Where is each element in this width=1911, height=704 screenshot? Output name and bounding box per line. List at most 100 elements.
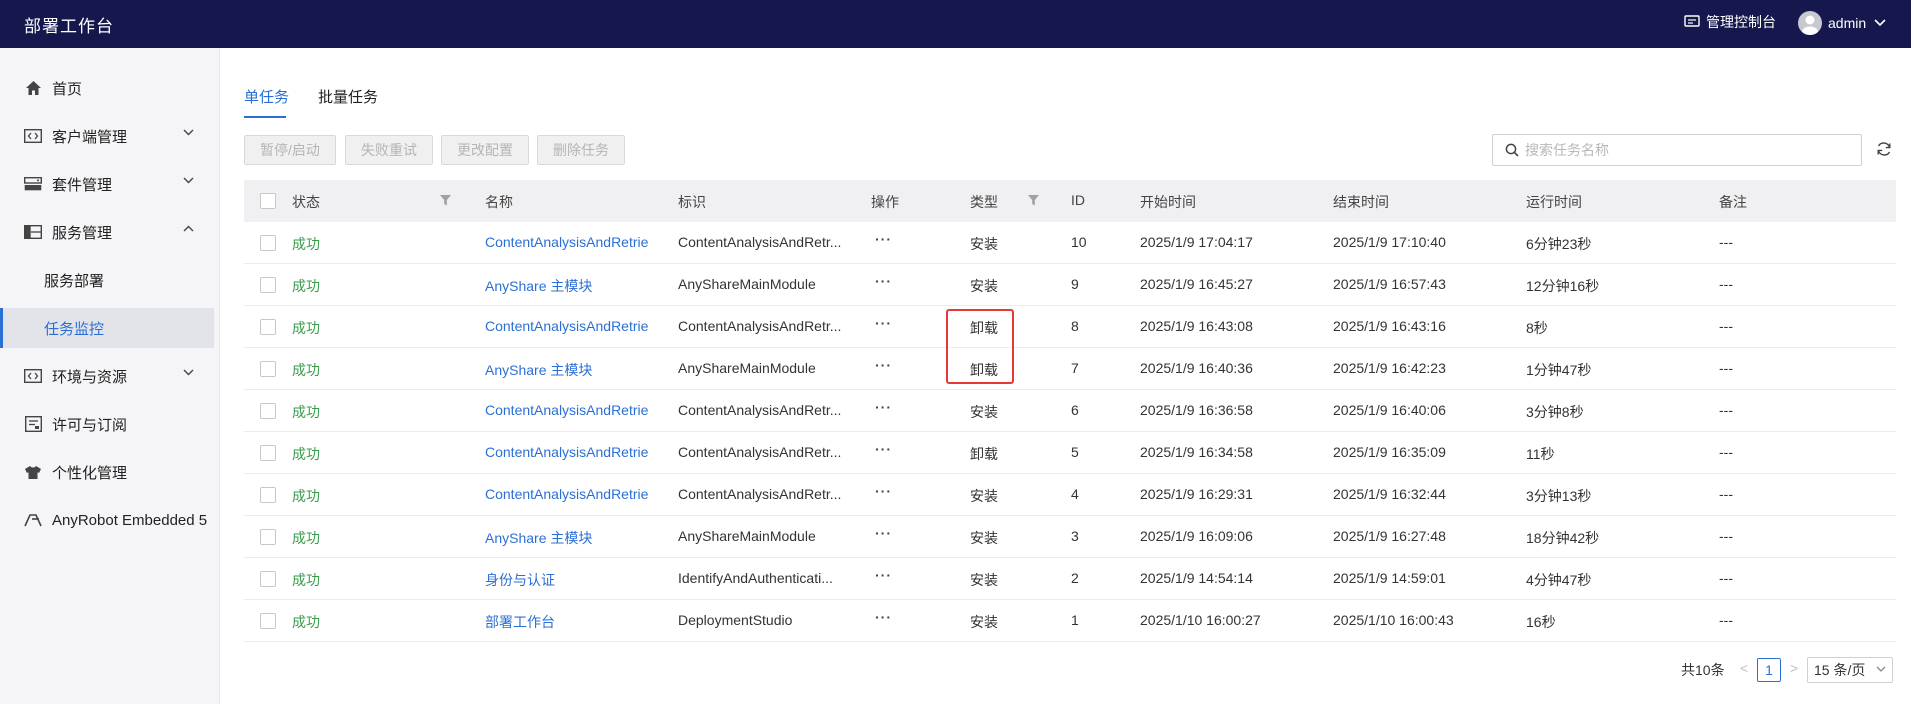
change-config-button[interactable]: 更改配置 <box>441 135 529 165</box>
more-actions-button[interactable]: ··· <box>875 567 892 583</box>
task-name-link[interactable]: 身份与认证 <box>485 570 671 590</box>
filter-icon[interactable] <box>1028 195 1039 206</box>
select-all-checkbox[interactable] <box>260 193 276 209</box>
sidebar-item-service-deploy[interactable]: 服务部署 <box>0 260 214 300</box>
row-checkbox[interactable] <box>260 529 276 545</box>
more-actions-button[interactable]: ··· <box>875 399 892 415</box>
more-actions-button[interactable]: ··· <box>875 525 892 541</box>
task-type: 安装 <box>970 236 998 252</box>
row-checkbox[interactable] <box>260 277 276 293</box>
code-icon <box>24 367 42 385</box>
task-id: 10 <box>1071 234 1087 250</box>
row-checkbox[interactable] <box>260 445 276 461</box>
task-name-link[interactable]: 部署工作台 <box>485 612 671 632</box>
license-icon <box>24 415 42 433</box>
sidebar: 首页 客户端管理 套件管理 服务管理 服务部署 任务监控 环境与资源 许可与订阅… <box>0 48 220 704</box>
row-checkbox[interactable] <box>260 235 276 251</box>
task-tag: ContentAnalysisAndRetr... <box>678 486 842 502</box>
sidebar-item-label: 个性化管理 <box>52 464 128 482</box>
task-id: 2 <box>1071 570 1079 586</box>
sidebar-item-suite[interactable]: 套件管理 <box>0 163 214 205</box>
status-text: 成功 <box>292 488 320 504</box>
task-name-link[interactable]: AnyShare 主模块 <box>485 276 671 296</box>
task-type: 卸载 <box>970 446 998 462</box>
column-operation: 操作 <box>871 194 899 210</box>
delete-task-button[interactable]: 删除任务 <box>537 135 625 165</box>
pagination-next-button[interactable]: > <box>1790 660 1798 676</box>
pagination-prev-button[interactable]: < <box>1740 660 1748 676</box>
avatar <box>1798 11 1822 35</box>
filter-icon[interactable] <box>440 195 451 206</box>
sidebar-item-env[interactable]: 环境与资源 <box>0 355 214 397</box>
task-name-link[interactable]: ContentAnalysisAndRetrie <box>485 402 671 418</box>
more-actions-button[interactable]: ··· <box>875 357 892 373</box>
column-id: ID <box>1071 192 1085 208</box>
user-menu[interactable]: admin <box>1798 11 1886 35</box>
duration: 16秒 <box>1526 614 1556 630</box>
more-actions-button[interactable]: ··· <box>875 231 892 247</box>
task-tag: AnyShareMainModule <box>678 360 816 376</box>
table-row: 成功 ContentAnalysisAndRetrie ContentAnaly… <box>244 306 1896 348</box>
status-text: 成功 <box>292 236 320 252</box>
task-name-link[interactable]: AnyShare 主模块 <box>485 528 671 548</box>
task-tag: AnyShareMainModule <box>678 528 816 544</box>
duration: 8秒 <box>1526 320 1548 336</box>
status-text: 成功 <box>292 446 320 462</box>
task-type: 安装 <box>970 614 998 630</box>
sidebar-item-task-monitor[interactable]: 任务监控 <box>0 308 214 348</box>
start-time: 2025/1/9 16:40:36 <box>1140 360 1253 376</box>
app-title: 部署工作台 <box>24 17 114 36</box>
retry-failed-button[interactable]: 失败重试 <box>345 135 433 165</box>
task-type: 安装 <box>970 530 998 546</box>
start-time: 2025/1/9 16:45:27 <box>1140 276 1253 292</box>
task-id: 4 <box>1071 486 1079 502</box>
duration: 1分钟47秒 <box>1526 362 1592 378</box>
task-name-link[interactable]: ContentAnalysisAndRetrie <box>485 234 671 250</box>
task-name-link[interactable]: ContentAnalysisAndRetrie <box>485 444 671 460</box>
sidebar-item-service[interactable]: 服务管理 <box>0 211 214 253</box>
sidebar-item-label: 首页 <box>52 80 83 98</box>
more-actions-button[interactable]: ··· <box>875 273 892 289</box>
row-checkbox[interactable] <box>260 487 276 503</box>
more-actions-button[interactable]: ··· <box>875 315 892 331</box>
task-id: 1 <box>1071 612 1079 628</box>
sidebar-item-anyrobot[interactable]: AnyRobot Embedded 5 <box>0 499 214 541</box>
tab-batch-task[interactable]: 批量任务 <box>318 86 378 107</box>
row-checkbox[interactable] <box>260 613 276 629</box>
sidebar-item-personalize[interactable]: 个性化管理 <box>0 451 214 493</box>
task-name-link[interactable]: ContentAnalysisAndRetrie <box>485 318 671 334</box>
more-actions-button[interactable]: ··· <box>875 441 892 457</box>
start-time: 2025/1/9 16:36:58 <box>1140 402 1253 418</box>
table-row: 成功 ContentAnalysisAndRetrie ContentAnaly… <box>244 222 1896 264</box>
status-text: 成功 <box>292 320 320 336</box>
search-box <box>1492 134 1862 166</box>
search-input[interactable] <box>1525 142 1845 158</box>
refresh-icon[interactable] <box>1876 141 1892 157</box>
task-id: 7 <box>1071 360 1079 376</box>
sidebar-item-home[interactable]: 首页 <box>0 67 214 109</box>
task-tag: ContentAnalysisAndRetr... <box>678 234 842 250</box>
task-name-link[interactable]: ContentAnalysisAndRetrie <box>485 486 671 502</box>
table-row: 成功 ContentAnalysisAndRetrie ContentAnaly… <box>244 474 1896 516</box>
sidebar-item-client[interactable]: 客户端管理 <box>0 115 214 157</box>
end-time: 2025/1/9 16:42:23 <box>1333 360 1446 376</box>
page-size-select[interactable]: 15 条/页 <box>1807 657 1893 683</box>
start-time: 2025/1/9 16:34:58 <box>1140 444 1253 460</box>
task-tag: ContentAnalysisAndRetr... <box>678 444 842 460</box>
table-row: 成功 AnyShare 主模块 AnyShareMainModule ··· 安… <box>244 264 1896 306</box>
sidebar-item-license[interactable]: 许可与订阅 <box>0 403 214 445</box>
row-checkbox[interactable] <box>260 403 276 419</box>
pause-start-button[interactable]: 暂停/启动 <box>244 135 336 165</box>
task-name-link[interactable]: AnyShare 主模块 <box>485 360 671 380</box>
note: --- <box>1719 612 1733 628</box>
more-actions-button[interactable]: ··· <box>875 483 892 499</box>
tab-single-task[interactable]: 单任务 <box>244 86 289 107</box>
pagination-page-button[interactable]: 1 <box>1757 658 1781 682</box>
admin-console-link[interactable]: 管理控制台 <box>1684 12 1776 32</box>
row-checkbox[interactable] <box>260 571 276 587</box>
duration: 12分钟16秒 <box>1526 278 1600 294</box>
row-checkbox[interactable] <box>260 319 276 335</box>
row-checkbox[interactable] <box>260 361 276 377</box>
task-id: 5 <box>1071 444 1079 460</box>
more-actions-button[interactable]: ··· <box>875 609 892 625</box>
